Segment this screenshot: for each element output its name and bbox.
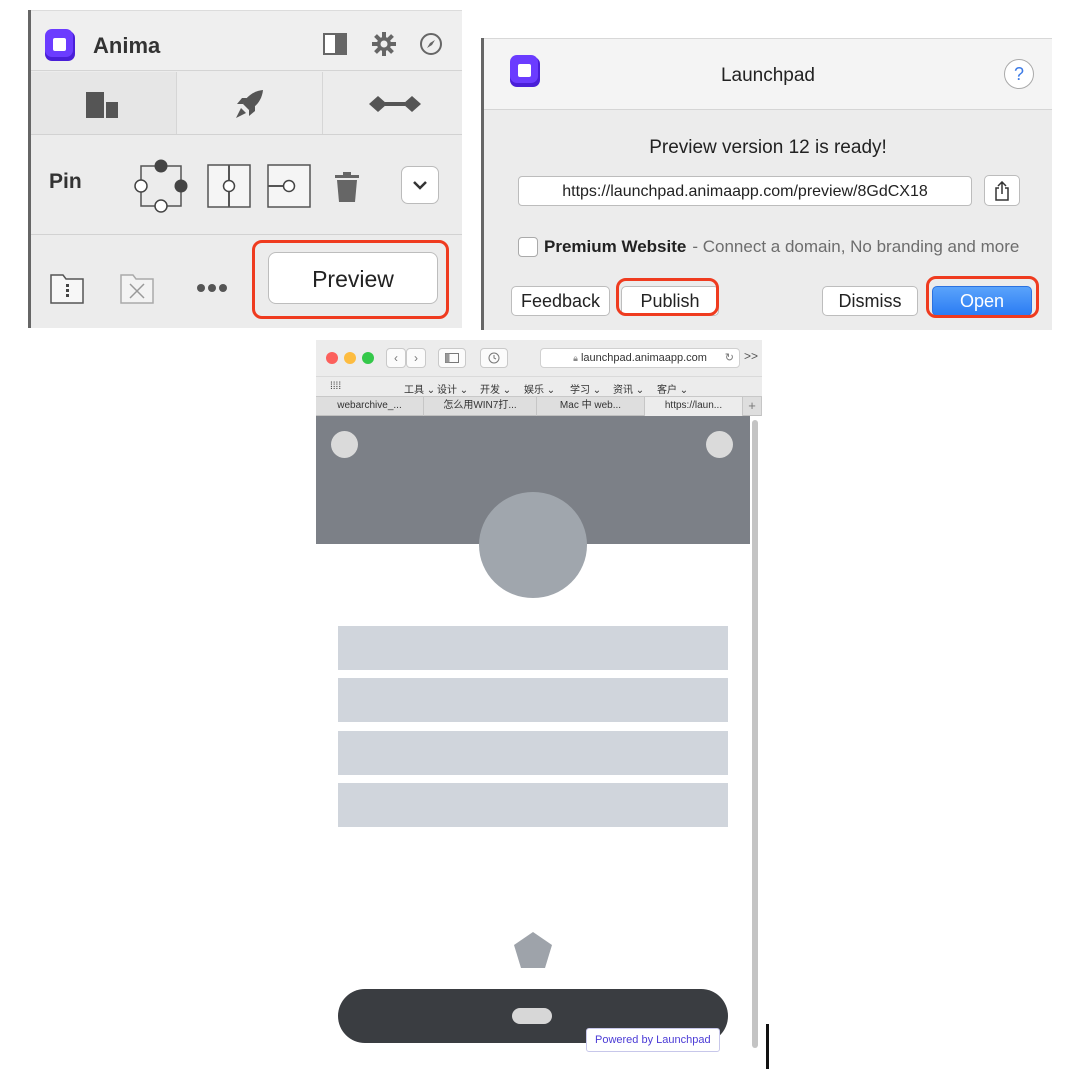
browser-tab-active[interactable]: https://laun... [645,397,743,416]
action-circle[interactable] [706,431,733,458]
lock-icon: 🔒︎ [573,353,578,363]
browser-window: ‹ › 🔒︎ launchpad.animaapp.com ↻ >> ⁞⁞⁞⁞ … [316,340,762,1060]
browser-tab[interactable]: 怎么用WIN7打... [424,397,537,416]
sidebar-icon [445,353,459,363]
trash-icon[interactable] [334,172,360,202]
pin-floating-icon[interactable] [131,156,191,218]
content-block [338,783,728,827]
bookmarks-bar: ⁞⁞⁞⁞ 工具 ⌄ 设计 ⌄ 开发 ⌄ 娱乐 ⌄ 学习 ⌄ 资讯 ⌄ 客户 ⌄ [316,376,762,397]
premium-label: Premium Website [544,237,687,256]
browser-tab[interactable]: webarchive_... [316,397,424,416]
back-button[interactable]: ‹ [386,348,406,368]
bookmark-tools[interactable]: 工具 ⌄ [404,381,435,396]
premium-option: Premium Website - Connect a domain, No br… [544,237,1019,257]
pin-row: Pin [31,134,462,235]
premium-description: - Connect a domain, No branding and more [692,237,1020,256]
share-button[interactable] [984,175,1020,206]
powered-by-badge[interactable]: Powered by Launchpad [586,1028,720,1052]
bookmark-dev[interactable]: 开发 ⌄ [480,381,511,396]
minimize-window-button[interactable] [344,352,356,364]
content-block [338,678,728,722]
tab-layers[interactable] [31,72,176,134]
menu-circle[interactable] [331,431,358,458]
apps-grid-icon[interactable]: ⁞⁞⁞⁞ [330,381,341,392]
history-button[interactable] [480,348,508,368]
scrollbar[interactable] [752,420,758,1048]
sidebar-button[interactable] [438,348,466,368]
address-bar[interactable]: 🔒︎ launchpad.animaapp.com ↻ [540,348,740,368]
open-highlight [926,276,1039,318]
page-content: Powered by Launchpad [316,416,750,1060]
link-icon [369,96,421,112]
browser-tabs: webarchive_... 怎么用WIN7打... Mac 中 web... … [316,396,762,416]
pentagon-icon [514,932,552,968]
chevron-right-icon: › [414,351,418,365]
launchpad-dialog: Launchpad ? Preview version 12 is ready!… [481,38,1052,330]
compass-icon[interactable] [419,32,443,56]
feedback-button[interactable]: Feedback [511,286,610,316]
tab-links[interactable] [322,72,465,134]
pin-label: Pin [49,170,82,193]
gear-icon[interactable] [371,31,397,57]
bookmark-news[interactable]: 资讯 ⌄ [613,381,644,396]
folder-icon[interactable] [49,270,85,306]
layers-icon [86,92,118,118]
close-window-button[interactable] [326,352,338,364]
tab-launch[interactable] [176,72,322,134]
rocket-icon [236,90,263,118]
bookmark-clients[interactable]: 客户 ⌄ [657,381,688,396]
address-text: launchpad.animaapp.com [580,352,707,364]
publish-highlight [616,278,719,316]
home-button[interactable] [512,1008,552,1024]
pin-center-icon[interactable] [207,164,253,210]
zoom-window-button[interactable] [362,352,374,364]
preview-url-field[interactable]: https://launchpad.animaapp.com/preview/8… [518,176,972,206]
avatar [479,492,587,598]
premium-checkbox[interactable] [518,237,538,257]
toolbar-overflow[interactable]: >> [744,349,758,363]
browser-tab[interactable]: Mac 中 web... [537,397,645,416]
bookmark-learn[interactable]: 学习 ⌄ [570,381,601,396]
preview-highlight [252,240,449,319]
delete-icon[interactable] [119,270,155,306]
pin-left-icon[interactable] [267,164,313,210]
chevron-down-icon [413,181,427,190]
new-tab-button[interactable]: + [743,397,762,416]
ready-message: Preview version 12 is ready! [649,137,887,158]
anima-title: Anima [93,33,161,58]
forward-button[interactable]: › [406,348,426,368]
chevron-down-button[interactable] [401,166,439,204]
content-block [338,626,728,670]
text-cursor [766,1024,769,1069]
launchpad-title: Launchpad [720,65,816,86]
content-block [338,731,728,775]
dismiss-button[interactable]: Dismiss [822,286,918,316]
anima-header: Anima [31,10,462,71]
anima-tabs [31,72,462,135]
bookmark-ent[interactable]: 娱乐 ⌄ [524,381,555,396]
anima-actions: Preview [31,234,462,328]
ellipsis-icon[interactable] [196,283,228,293]
panel-icon[interactable] [323,33,347,55]
help-button[interactable]: ? [1004,59,1034,89]
bookmark-design[interactable]: 设计 ⌄ [437,381,468,396]
reload-icon[interactable]: ↻ [725,349,734,367]
anima-panel: Anima Pin Preview [28,10,462,328]
anima-logo [45,29,75,61]
chevron-left-icon: ‹ [394,351,398,365]
clock-icon [488,352,500,364]
launchpad-header: Launchpad ? [484,38,1052,110]
share-icon [995,180,1009,201]
browser-toolbar: ‹ › 🔒︎ launchpad.animaapp.com ↻ >> [316,340,762,376]
